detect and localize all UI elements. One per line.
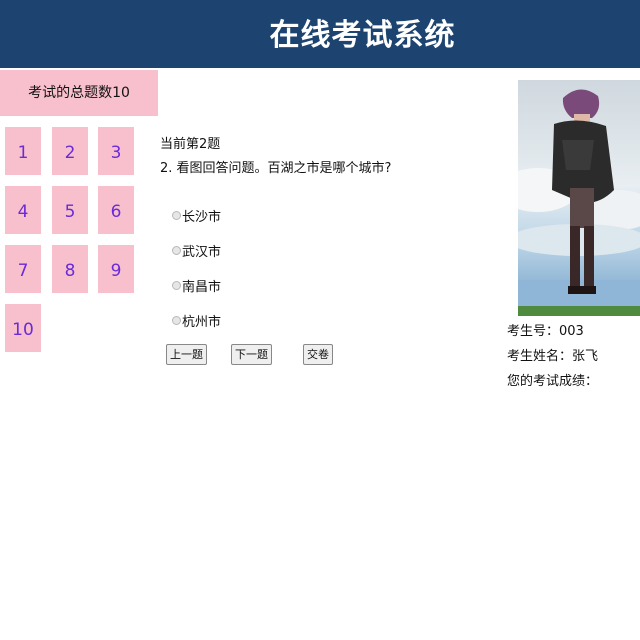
exam-score-label: 您的考试成绩： [507, 374, 599, 389]
radio-button[interactable] [172, 211, 181, 220]
current-question-label: 当前第2题 [160, 137, 221, 152]
radio-button[interactable] [172, 246, 181, 255]
option-hangzhou[interactable]: 杭州市 [172, 311, 221, 330]
previous-button[interactable]: 上一题 [166, 344, 207, 365]
question-button-2[interactable]: 2 [52, 127, 88, 175]
question-button-1[interactable]: 1 [5, 127, 41, 175]
question-button-10[interactable]: 10 [5, 304, 41, 352]
radio-button[interactable] [172, 316, 181, 325]
submit-button[interactable]: 交卷 [303, 344, 333, 365]
option-label: 南昌市 [182, 280, 222, 295]
question-button-9[interactable]: 9 [98, 245, 134, 293]
radio-button[interactable] [172, 281, 181, 290]
question-button-4[interactable]: 4 [5, 186, 41, 234]
student-name-label: 考生姓名：张飞 [507, 349, 599, 364]
question-button-5[interactable]: 5 [52, 186, 88, 234]
option-wuhan[interactable]: 武汉市 [172, 241, 221, 260]
option-label: 杭州市 [182, 315, 222, 330]
student-id-label: 考生号：003 [507, 324, 584, 339]
question-button-8[interactable]: 8 [52, 245, 88, 293]
question-button-7[interactable]: 7 [5, 245, 41, 293]
option-changsha[interactable]: 长沙市 [172, 206, 221, 225]
question-button-3[interactable]: 3 [98, 127, 134, 175]
question-text: 2. 看图回答问题。百湖之市是哪个城市? [160, 161, 392, 176]
option-nanchang[interactable]: 南昌市 [172, 276, 221, 295]
student-photo [518, 80, 640, 316]
app-title: 在线考试系统 [269, 18, 456, 53]
next-button[interactable]: 下一题 [231, 344, 272, 365]
total-questions-label: 考试的总题数10 [0, 70, 158, 116]
app-header: 在线考试系统 [0, 0, 640, 68]
question-button-6[interactable]: 6 [98, 186, 134, 234]
option-label: 武汉市 [182, 245, 222, 260]
option-label: 长沙市 [182, 210, 222, 225]
